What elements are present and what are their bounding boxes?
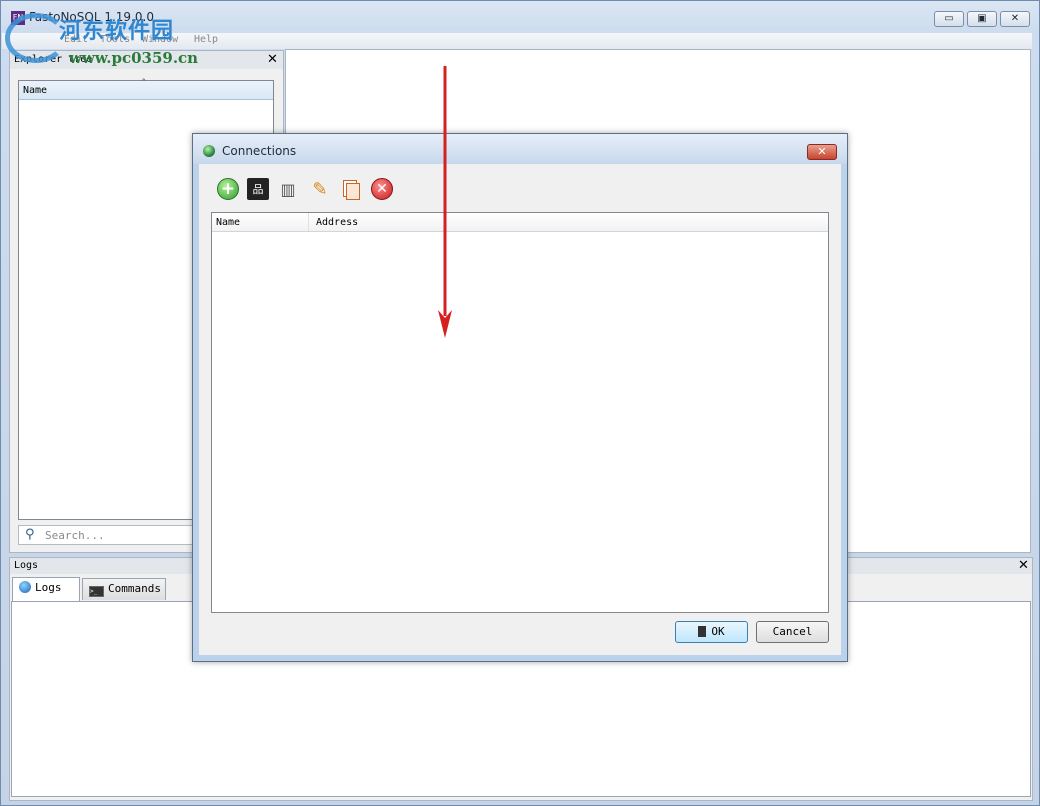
connections-dialog: Connections ✕ + 品 ▥ ✎ ✕ Name Address OK …: [192, 133, 848, 662]
tab-commands-label: Commands: [108, 582, 161, 595]
logs-title: Logs: [14, 560, 39, 571]
logs-close-icon[interactable]: ✕: [1018, 558, 1029, 573]
close-window-button[interactable]: ✕: [1000, 11, 1030, 27]
cancel-button[interactable]: Cancel: [756, 621, 829, 643]
column-name[interactable]: Name: [216, 217, 240, 228]
column-separator[interactable]: [308, 213, 309, 231]
column-address[interactable]: Address: [316, 217, 358, 228]
add-connection-button[interactable]: +: [217, 178, 239, 200]
terminal-icon: >_: [89, 586, 104, 597]
menu-help[interactable]: Help: [194, 34, 218, 45]
tree-header[interactable]: ^ Name: [19, 78, 273, 100]
search-input[interactable]: [45, 528, 205, 542]
dialog-body: + 品 ▥ ✎ ✕ Name Address OK Cancel: [199, 164, 841, 655]
search-icon: ⚲: [25, 527, 35, 542]
tree-column-name[interactable]: Name: [23, 85, 47, 96]
clone-connection-button[interactable]: [340, 178, 362, 200]
tab-logs[interactable]: Logs: [12, 577, 80, 601]
ok-button[interactable]: OK: [675, 621, 748, 643]
watermark-logo: [5, 13, 67, 63]
edit-connection-button[interactable]: ✎: [309, 178, 331, 200]
remove-connection-button[interactable]: ✕: [371, 178, 393, 200]
connections-icon: [203, 145, 215, 157]
maximize-button[interactable]: ▣: [967, 11, 997, 27]
tab-commands[interactable]: >_ Commands: [82, 578, 166, 600]
explorer-close-icon[interactable]: ✕: [267, 52, 278, 67]
info-icon: [19, 581, 31, 593]
annotation-arrow: [438, 66, 452, 338]
minimize-button[interactable]: ▭: [934, 11, 964, 27]
connections-table[interactable]: Name Address: [211, 212, 829, 613]
copy-icon-front: [346, 183, 360, 200]
watermark-text: 河东软件园: [59, 18, 175, 44]
dialog-close-button[interactable]: ✕: [807, 144, 837, 160]
discover-connections-button[interactable]: 品: [247, 178, 269, 200]
watermark-url: www.pc0359.cn: [69, 49, 199, 67]
ok-label: OK: [711, 625, 725, 638]
connections-table-header: Name Address: [212, 213, 828, 232]
tab-logs-label: Logs: [35, 581, 62, 594]
dialog-title: Connections: [222, 144, 297, 158]
ok-icon: [698, 626, 707, 637]
sort-ascending-icon: ^: [141, 78, 147, 88]
add-cluster-button[interactable]: ▥: [277, 178, 299, 200]
dialog-titlebar[interactable]: Connections ✕: [193, 134, 847, 164]
